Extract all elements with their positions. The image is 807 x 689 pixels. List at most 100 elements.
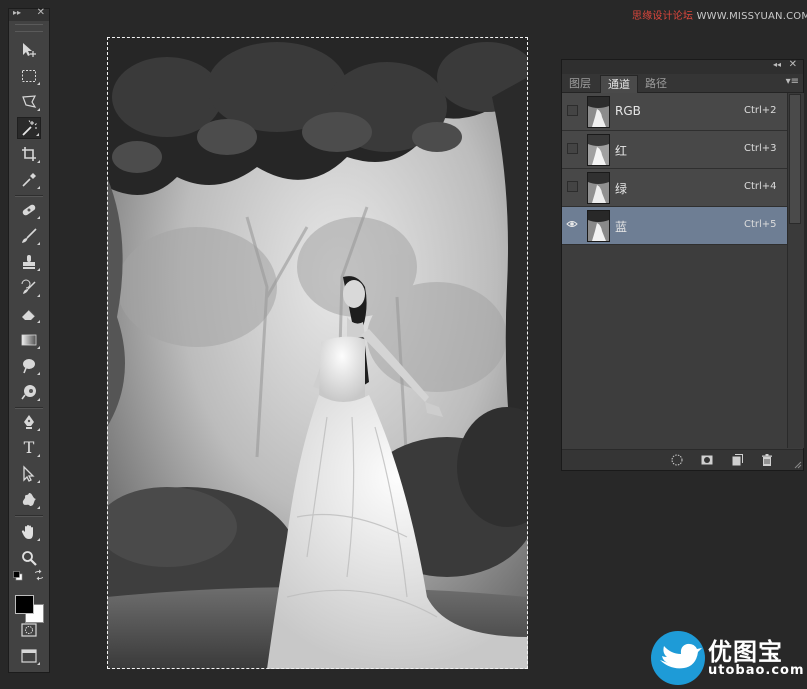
watermark-logo-cn: 优图宝 xyxy=(708,638,783,666)
panel-title-bar[interactable]: ◂◂ ✕ xyxy=(562,59,803,74)
path-selection-icon xyxy=(23,465,35,482)
eraser-icon xyxy=(22,309,36,320)
channel-shortcut: Ctrl+5 xyxy=(744,219,777,230)
history-brush-tool[interactable] xyxy=(17,277,41,299)
default-colors-icon[interactable] xyxy=(13,571,23,581)
hand-icon xyxy=(21,525,33,539)
stamp-icon xyxy=(23,255,35,269)
channel-row-red[interactable]: 红 Ctrl+3 xyxy=(562,131,787,169)
zoom-icon xyxy=(22,551,37,566)
move-tool[interactable] xyxy=(17,39,41,61)
tab-paths[interactable]: 路径 xyxy=(638,75,674,92)
dodge-tool[interactable] xyxy=(17,381,41,403)
quick-mask-icon xyxy=(21,623,37,637)
channel-name: 蓝 xyxy=(615,220,628,234)
new-channel-icon[interactable] xyxy=(730,453,744,467)
history-brush-icon xyxy=(21,279,36,294)
screen-mode-icon xyxy=(21,649,37,663)
type-tool[interactable]: T xyxy=(17,437,41,459)
channel-shortcut: Ctrl+4 xyxy=(744,181,777,192)
channel-row-rgb[interactable]: RGB Ctrl+2 xyxy=(562,93,787,131)
tools-panel-header: ▸▸ ✕ xyxy=(9,7,49,21)
lasso-icon xyxy=(22,95,37,108)
delete-channel-icon[interactable] xyxy=(760,453,774,467)
channel-row-green[interactable]: 绿 Ctrl+4 xyxy=(562,169,787,207)
gradient-tool[interactable] xyxy=(17,329,41,351)
channel-name: 绿 xyxy=(615,182,628,196)
watermark-site-text: 思缘设计论坛 WWW.MISSYUAN.COM xyxy=(632,7,807,22)
swap-colors-icon[interactable] xyxy=(33,569,45,581)
watermark-site-cn: 思缘设计论坛 xyxy=(632,11,694,22)
eyedropper-tool[interactable] xyxy=(17,169,41,191)
channel-shortcut: Ctrl+3 xyxy=(744,143,777,154)
channel-row-blue[interactable]: 蓝 Ctrl+5 xyxy=(562,207,787,245)
foreground-color-swatch[interactable] xyxy=(15,595,34,614)
brush-icon xyxy=(22,228,37,243)
blur-drop-icon xyxy=(23,359,35,374)
visibility-toggle[interactable] xyxy=(567,143,578,154)
toolbar-divider xyxy=(15,515,43,517)
tools-panel: ▸▸ ✕ T xyxy=(8,7,50,673)
hand-tool[interactable] xyxy=(17,521,41,543)
marquee-tool[interactable] xyxy=(17,65,41,87)
visibility-toggle[interactable] xyxy=(566,219,578,230)
bird-logo-icon xyxy=(651,631,705,685)
pen-tool[interactable] xyxy=(17,411,41,433)
channel-thumbnail xyxy=(587,172,610,204)
move-icon xyxy=(23,43,36,57)
visibility-toggle[interactable] xyxy=(567,105,578,116)
watermark-site-url: WWW.MISSYUAN.COM xyxy=(696,11,807,22)
eye-icon xyxy=(566,221,578,227)
save-selection-icon[interactable] xyxy=(700,453,714,467)
toolbar-divider xyxy=(15,195,43,197)
panel-tabs: 图层 通道 路径 ▾≡ xyxy=(562,74,803,93)
lasso-tool[interactable] xyxy=(17,91,41,113)
rectangle-marquee-icon xyxy=(22,70,36,82)
close-icon[interactable]: ✕ xyxy=(37,7,45,18)
watermark-logo: 优图宝 utobao.com xyxy=(650,630,804,686)
eraser-tool[interactable] xyxy=(17,303,41,325)
eyedropper-icon xyxy=(22,173,36,187)
channel-list: RGB Ctrl+2 红 Ctrl+3 绿 Ctrl+4 蓝 Ctrl+5 xyxy=(562,93,787,245)
type-icon: T xyxy=(23,438,35,457)
tab-channels[interactable]: 通道 xyxy=(600,75,638,93)
path-selection-tool[interactable] xyxy=(17,463,41,485)
channel-thumbnail xyxy=(587,96,610,128)
document-canvas[interactable] xyxy=(107,37,528,669)
resize-grip-icon[interactable] xyxy=(794,461,802,469)
channel-name: 红 xyxy=(615,144,628,158)
panel-menu-icon[interactable]: ▾≡ xyxy=(786,76,799,87)
collapse-icon[interactable]: ▸▸ xyxy=(13,8,21,17)
pen-icon xyxy=(24,415,34,429)
crop-tool[interactable] xyxy=(17,143,41,165)
scrollbar-thumb[interactable] xyxy=(789,94,801,224)
brush-tool[interactable] xyxy=(17,225,41,247)
bride-photo xyxy=(107,37,528,669)
crop-icon xyxy=(22,147,36,161)
panel-footer xyxy=(562,449,803,470)
healing-brush-tool[interactable] xyxy=(17,199,41,221)
drag-handle[interactable] xyxy=(15,24,43,32)
shape-tool[interactable] xyxy=(17,489,41,511)
custom-shape-icon xyxy=(22,493,36,506)
watermark-logo-url: utobao.com xyxy=(708,663,805,678)
channels-panel: ◂◂ ✕ 图层 通道 路径 ▾≡ RGB Ctrl+2 红 Ctrl+3 绿 C… xyxy=(561,59,804,471)
toolbar-divider xyxy=(15,407,43,409)
channel-thumbnail xyxy=(587,210,610,242)
clone-stamp-tool[interactable] xyxy=(17,251,41,273)
blur-tool[interactable] xyxy=(17,355,41,377)
channel-shortcut: Ctrl+2 xyxy=(744,105,777,116)
channel-thumbnail xyxy=(587,134,610,166)
bandage-icon xyxy=(22,204,36,216)
dodge-icon xyxy=(21,385,36,400)
close-panel-icon[interactable]: ✕ xyxy=(789,59,797,70)
collapse-panel-icon[interactable]: ◂◂ xyxy=(773,60,781,69)
load-selection-icon[interactable] xyxy=(670,453,684,467)
zoom-tool[interactable] xyxy=(17,547,41,569)
gradient-icon xyxy=(21,334,37,346)
channel-name: RGB xyxy=(615,104,641,118)
tab-layers[interactable]: 图层 xyxy=(562,75,598,92)
visibility-toggle[interactable] xyxy=(567,181,578,192)
screen-mode-button[interactable] xyxy=(17,645,41,667)
magic-wand-tool[interactable] xyxy=(17,117,41,139)
